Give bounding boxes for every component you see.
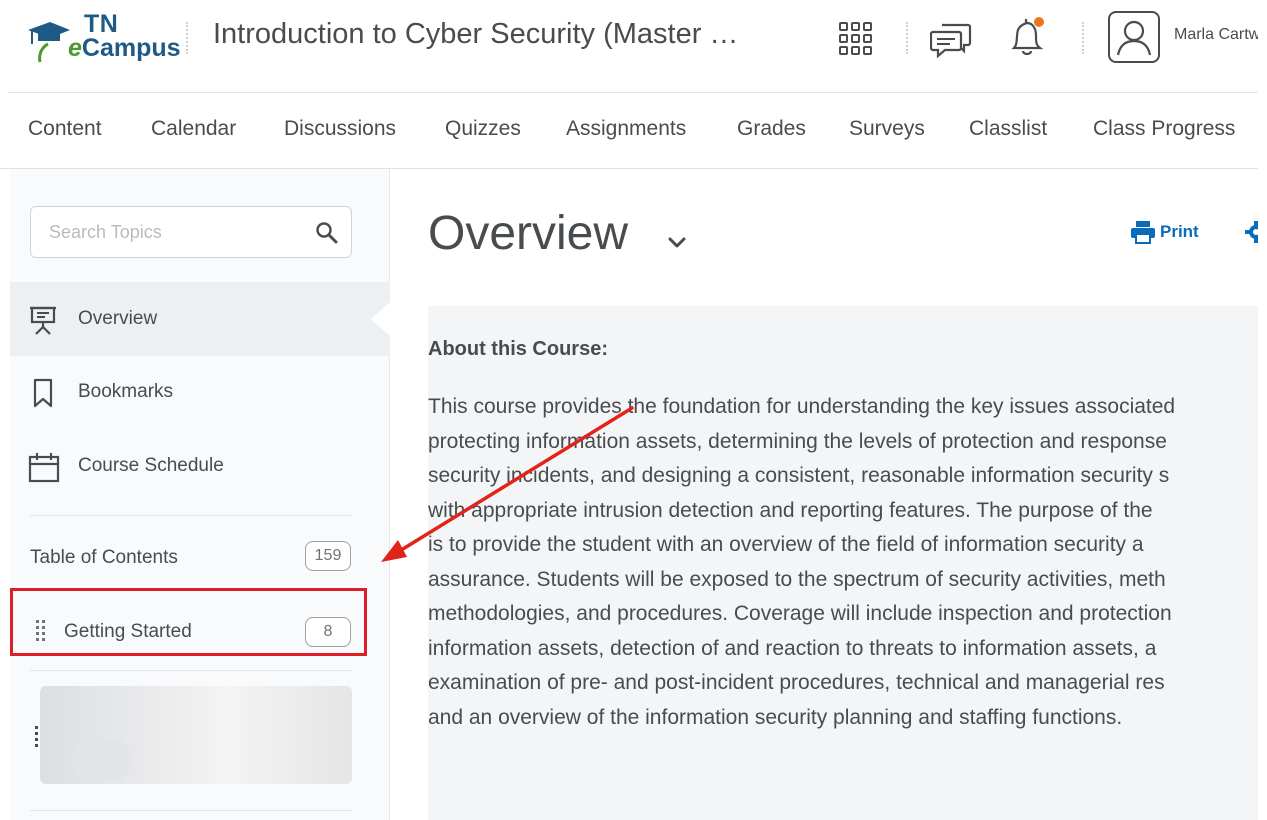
sidebar-divider (30, 670, 352, 671)
description-line: methodologies, and procedures. Coverage … (428, 602, 1172, 625)
notifications-bell-icon[interactable] (1004, 14, 1048, 58)
header-divider (186, 22, 188, 54)
about-heading: About this Course: (428, 338, 608, 360)
sidebar-border (389, 169, 390, 820)
description-line: protecting information assets, determini… (428, 429, 1167, 453)
description-line: information assets, detection of and rea… (428, 636, 1157, 660)
sidebar-divider (30, 810, 352, 811)
course-description: This course provides the foundation for … (428, 390, 1258, 735)
blurred-module-detail (72, 740, 132, 780)
toc-count-badge: 159 (305, 541, 351, 571)
description-line: assurance. Students will be exposed to t… (428, 567, 1166, 591)
printer-icon (1131, 221, 1155, 244)
sidebar-divider (30, 515, 352, 516)
nav-surveys[interactable]: Surveys (849, 117, 925, 141)
presentation-icon (30, 306, 56, 335)
module-count-badge: 8 (305, 617, 351, 647)
header-divider (1082, 22, 1084, 54)
nav-classlist[interactable]: Classlist (969, 117, 1047, 141)
description-line: and an overview of the information secur… (428, 705, 1123, 729)
description-line: with appropriate intrusion detection and… (428, 498, 1153, 522)
search-icon[interactable] (315, 221, 339, 245)
nav-quizzes[interactable]: Quizzes (445, 117, 521, 141)
bookmark-icon (33, 378, 53, 408)
notification-dot (1034, 17, 1044, 27)
app-grid-icon[interactable] (838, 21, 874, 57)
calendar-icon (28, 453, 60, 483)
user-name[interactable]: Marla Cartw (1174, 26, 1258, 44)
course-navbar: Content Calendar Discussions Quizzes Ass… (0, 93, 1258, 169)
sidebar-item-label: Bookmarks (78, 381, 174, 402)
sidebar-item-label: Course Schedule (78, 455, 224, 476)
sidebar-item-overview[interactable]: Overview (28, 300, 358, 340)
tn-ecampus-logo[interactable]: TN eCampus (26, 10, 181, 66)
sidebar-item-course-schedule[interactable]: Course Schedule (28, 447, 358, 487)
nav-calendar[interactable]: Calendar (151, 117, 236, 141)
user-avatar[interactable] (1108, 11, 1160, 63)
description-line: This course provides the foundation for … (428, 395, 1176, 418)
description-line: is to provide the student with an overvi… (428, 533, 1144, 556)
drag-handle-icon[interactable] (36, 620, 46, 647)
sidebar-active-notch (371, 301, 391, 337)
search-topics-box (30, 206, 352, 258)
module-getting-started[interactable]: Getting Started (64, 621, 192, 643)
page-right-edge (1258, 0, 1267, 820)
top-header: TN eCampus Introduction to Cyber Securit… (0, 0, 1258, 92)
nav-discussions[interactable]: Discussions (284, 117, 396, 141)
nav-assignments[interactable]: Assignments (566, 117, 686, 141)
user-silhouette-icon (1116, 20, 1152, 56)
messages-icon[interactable] (930, 19, 972, 59)
description-line: security incidents, and designing a cons… (428, 464, 1170, 487)
chevron-down-icon[interactable] (666, 234, 688, 250)
page-title: Overview (428, 207, 629, 260)
description-line: examination of pre- and post-incident pr… (428, 671, 1165, 694)
sidebar-item-bookmarks[interactable]: Bookmarks (28, 373, 358, 413)
nav-content[interactable]: Content (28, 117, 102, 141)
graduation-cap-icon (28, 22, 70, 63)
print-label: Print (1160, 222, 1199, 241)
header-divider (906, 22, 908, 54)
logo-text-ecampus: eCampus (68, 34, 181, 62)
nav-class-progress[interactable]: Class Progress (1093, 117, 1235, 141)
table-of-contents-link[interactable]: Table of Contents (30, 547, 178, 569)
course-title[interactable]: Introduction to Cyber Security (Master … (213, 18, 738, 51)
nav-grades[interactable]: Grades (737, 117, 806, 141)
settings-gear-icon[interactable] (1244, 220, 1258, 244)
sidebar-item-label: Overview (78, 308, 158, 329)
search-topics-input[interactable] (49, 220, 299, 244)
